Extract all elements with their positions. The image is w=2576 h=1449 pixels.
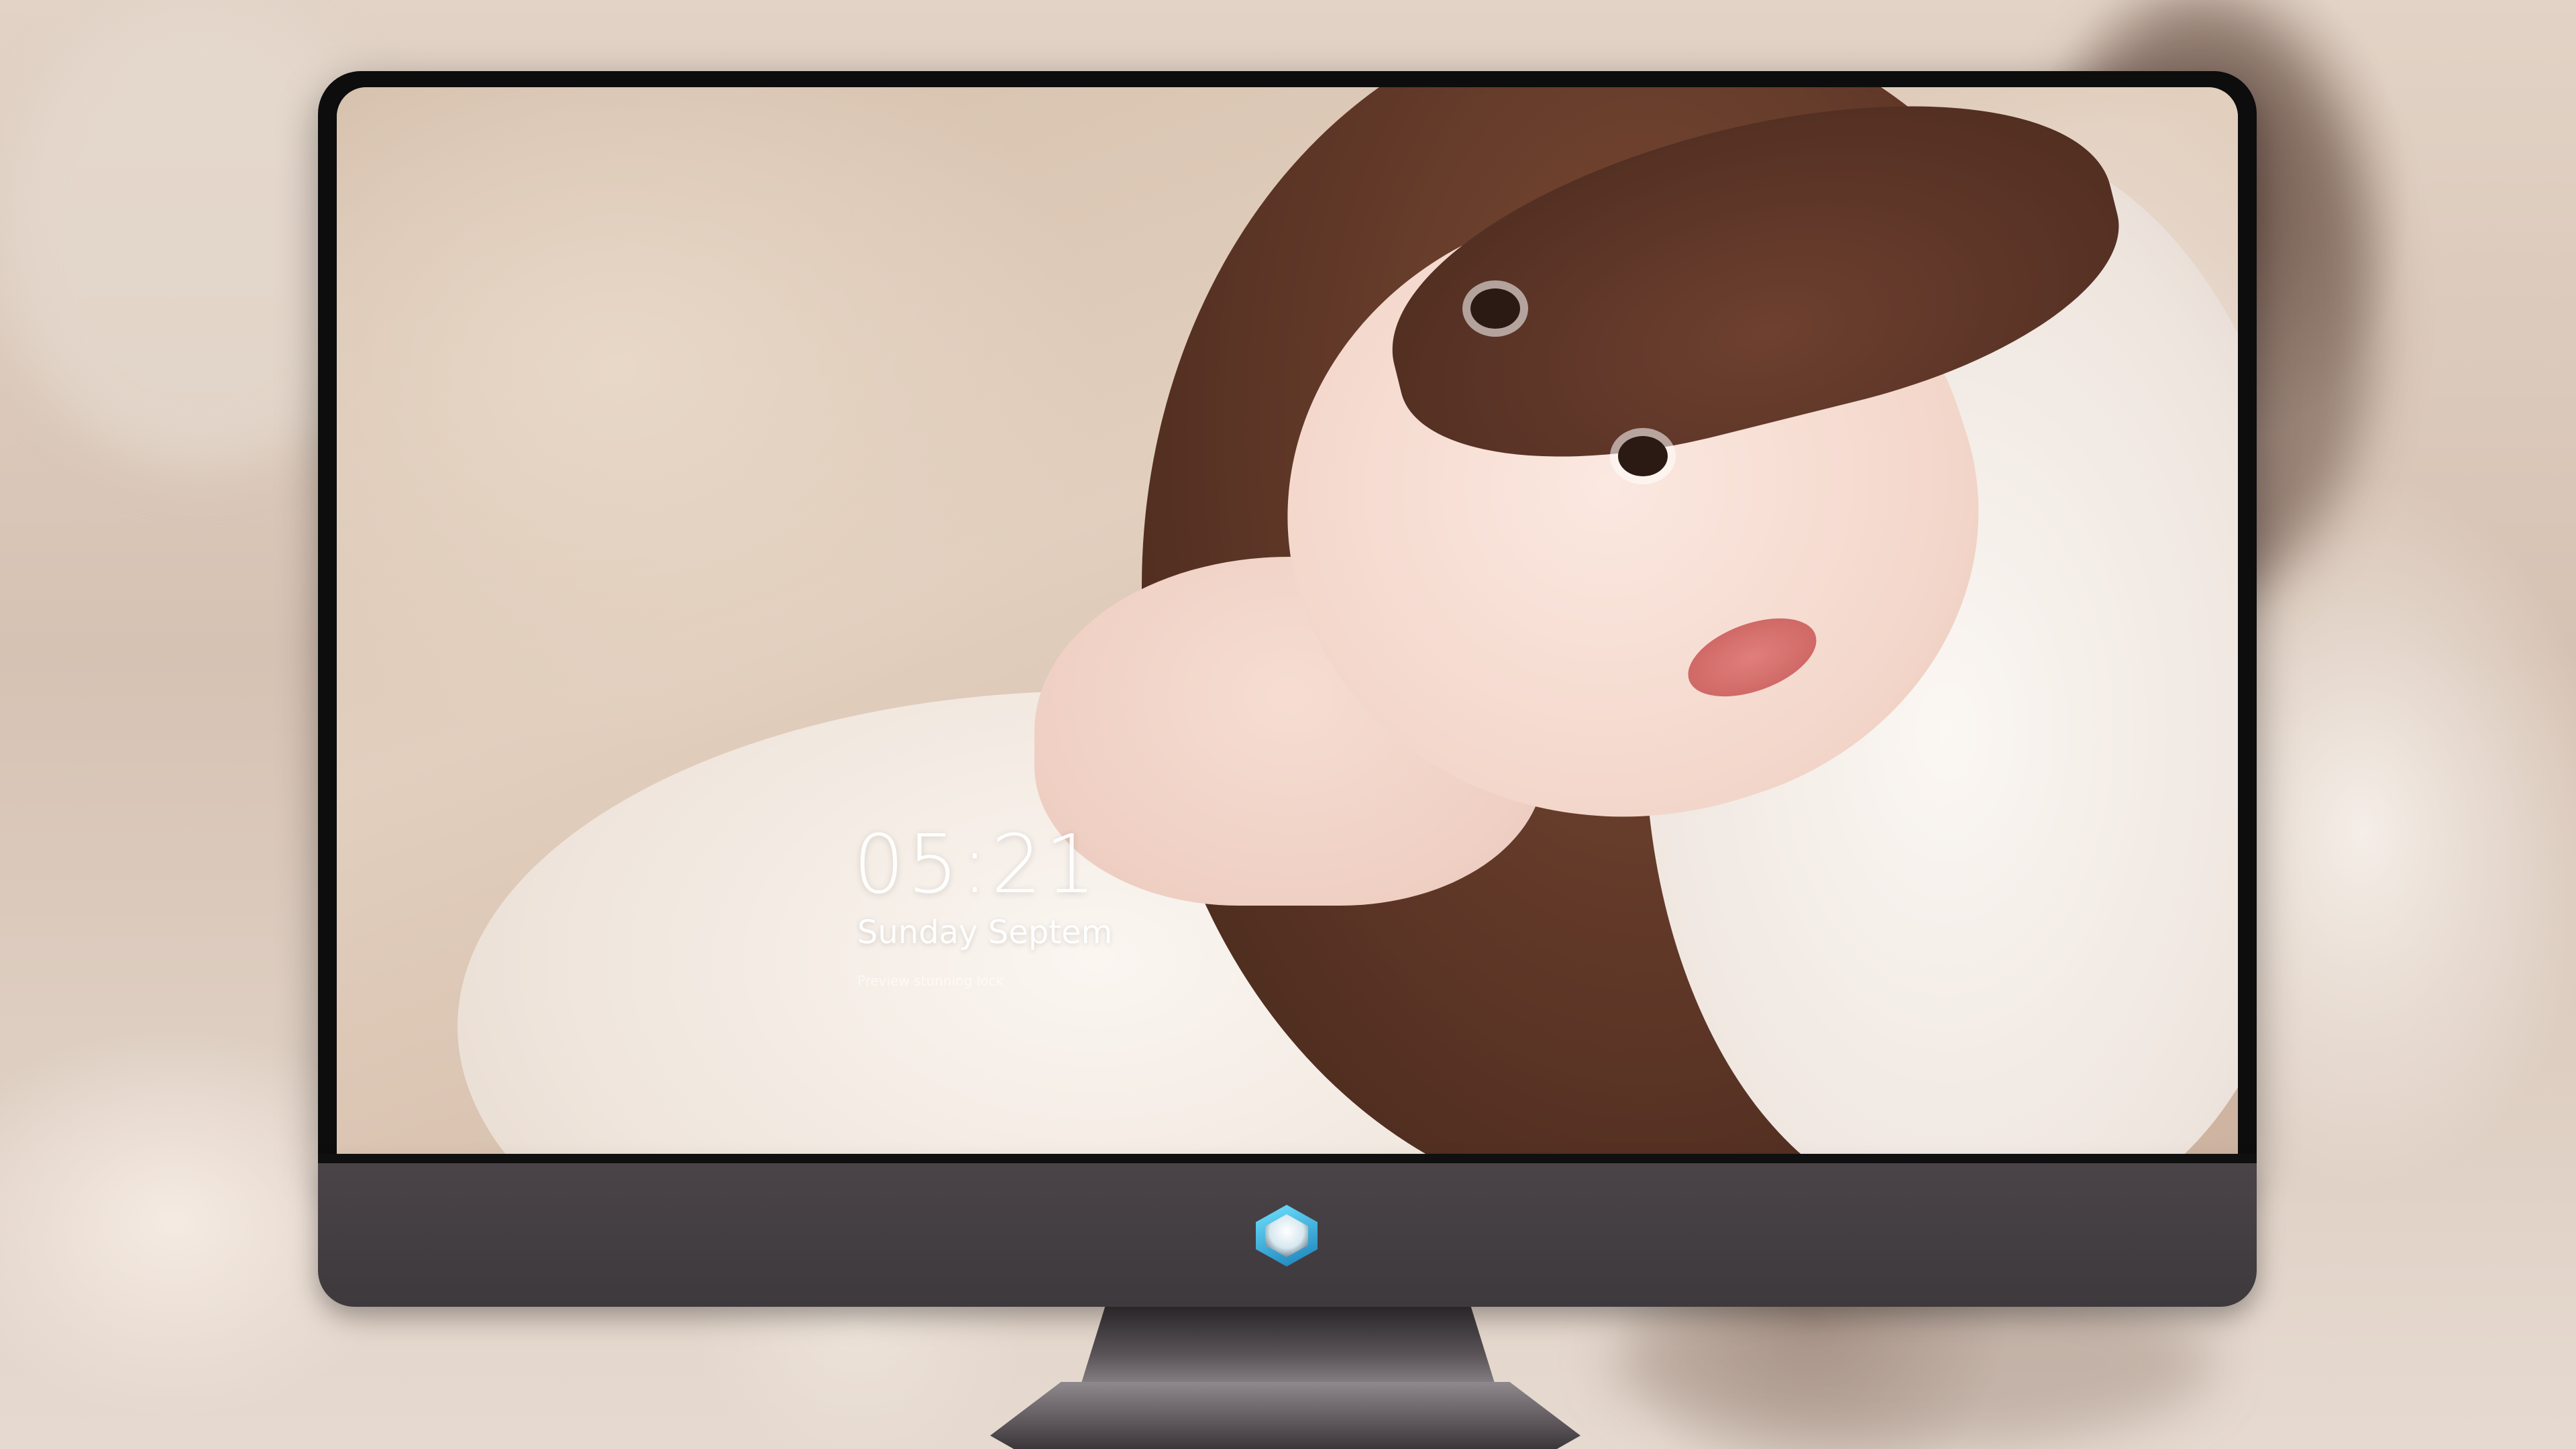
lockscreen-date: Sunday Septem xyxy=(857,914,1113,951)
monitor-stand-neck xyxy=(1080,1307,1496,1387)
monitor-logo-icon xyxy=(1252,1201,1322,1271)
screen-bottom-edge xyxy=(318,1154,2257,1163)
monitor-stand-base xyxy=(990,1382,1580,1449)
monitor-screen: 05:21 Sunday Septem Preview stunning loc… xyxy=(337,87,2238,1154)
wallpaper-detail xyxy=(1470,288,1520,329)
wallpaper-detail xyxy=(1618,436,1668,476)
lockscreen-subtext: Preview stunning lock xyxy=(857,973,1004,989)
lockscreen-clock: 05:21 xyxy=(853,818,1099,912)
